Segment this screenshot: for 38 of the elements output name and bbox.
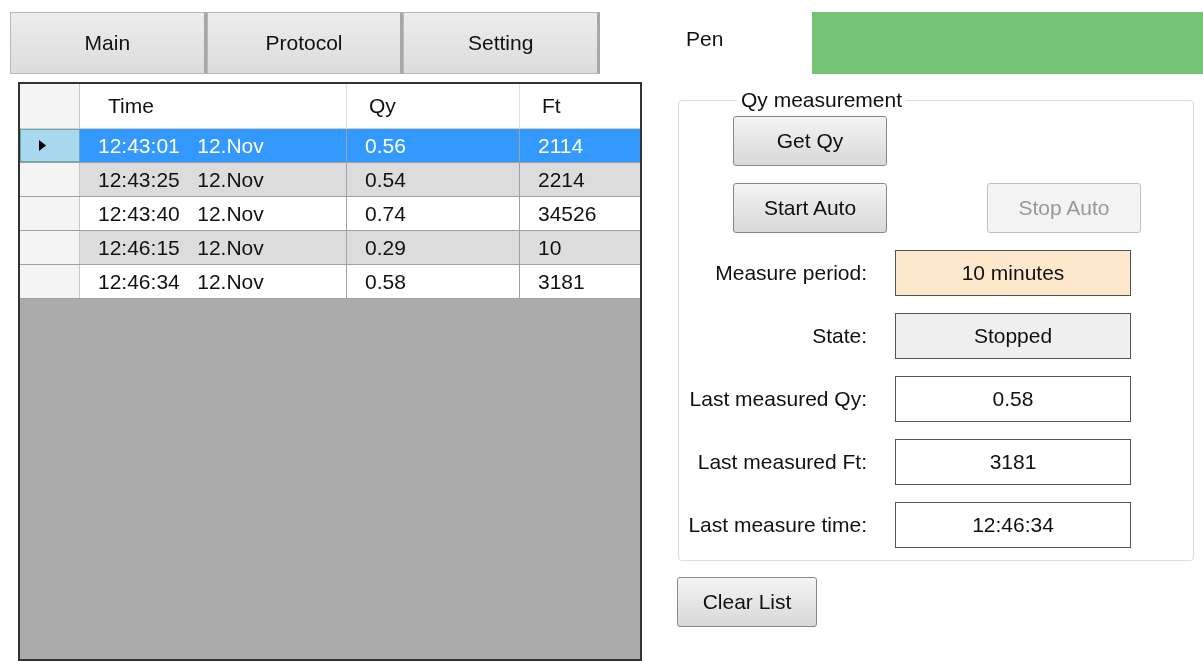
table-cell: 0.74	[347, 197, 520, 230]
table-cell-text: 2114	[537, 132, 585, 159]
table-cell-text: 2214	[537, 166, 586, 193]
value-field: 0.58	[895, 376, 1131, 422]
field-label: State:	[811, 324, 867, 348]
action-button[interactable]: Start Auto	[733, 183, 887, 233]
field-label: Measure period:	[714, 261, 867, 285]
tab-button[interactable]: Main	[10, 12, 207, 74]
value-field: 3181	[895, 439, 1131, 485]
value-field: 10 minutes	[895, 250, 1131, 296]
value-field: Stopped	[895, 313, 1131, 359]
column-header[interactable]: Qy	[347, 84, 520, 128]
table-cell: 0.58	[347, 265, 520, 298]
tab-button[interactable]: Protocol	[206, 12, 404, 74]
group-title: Qy measurement	[740, 88, 904, 112]
field-label: Last measure time:	[687, 513, 867, 537]
table-cell-text: 10	[537, 234, 563, 261]
pen-label: Pen	[685, 26, 725, 52]
table-cell: 12:46:15 12.Nov	[80, 231, 347, 264]
table-cell: 12:43:25 12.Nov	[80, 163, 347, 196]
value-field: 12:46:34	[895, 502, 1131, 548]
tab-button[interactable]: Setting	[403, 12, 600, 74]
field-label: Last measured Ft:	[696, 450, 867, 474]
action-button[interactable]: Get Qy	[733, 116, 887, 166]
table-cell: 0.56	[347, 129, 520, 162]
table-cell: 0.29	[347, 231, 520, 264]
table-cell: 12:43:40 12.Nov	[80, 197, 347, 230]
table-cell: 12:43:01 12.Nov	[80, 129, 347, 162]
column-header[interactable]: Time	[80, 84, 347, 128]
field-label: Last measured Qy:	[688, 387, 867, 411]
clear-list-button[interactable]: Clear List	[677, 577, 817, 627]
row-header[interactable]	[20, 129, 80, 162]
table-cell: 12:46:34 12.Nov	[80, 265, 347, 298]
table-cell-text: 34526	[537, 200, 598, 227]
table-cell-text: 3181	[537, 268, 586, 295]
table-cell: 0.54	[347, 163, 520, 196]
column-header[interactable]: Ft	[520, 84, 638, 128]
current-row-icon	[39, 140, 46, 151]
